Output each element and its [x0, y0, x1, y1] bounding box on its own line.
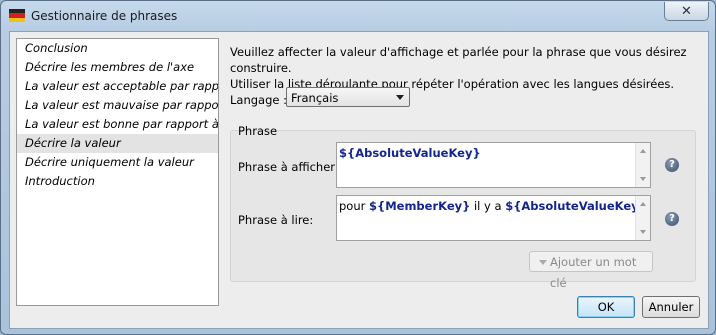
- phrase-group-title: Phrase: [238, 124, 278, 138]
- instructions: Veuillez affecter la valeur d'affichage …: [230, 44, 700, 92]
- display-phrase-label: Phrase à afficher :: [238, 160, 343, 174]
- read-scrollbar[interactable]: [635, 196, 650, 240]
- list-item[interactable]: La valeur est mauvaise par rappor…: [17, 96, 218, 115]
- scroll-up-icon[interactable]: [640, 202, 646, 206]
- add-keyword-button[interactable]: Ajouter un mot clé: [529, 251, 653, 290]
- keyword-token: ${AbsoluteValueKey}: [339, 146, 481, 160]
- language-value: Français: [291, 91, 339, 105]
- language-label: Langage :: [230, 93, 287, 107]
- chevron-down-icon: [396, 95, 404, 100]
- read-phrase-field[interactable]: pour ${MemberKey} il y a ${AbsoluteValue…: [336, 195, 651, 241]
- list-item[interactable]: Introduction: [17, 172, 218, 191]
- keyword-token: ${AbsoluteValueKey}: [505, 199, 647, 213]
- window-title: Gestionnaire de phrases: [31, 9, 178, 23]
- list-item[interactable]: Conclusion: [17, 39, 218, 58]
- scroll-down-icon[interactable]: [640, 177, 646, 181]
- flag-icon: [9, 9, 25, 22]
- list-item[interactable]: Décrire uniquement la valeur: [17, 153, 218, 172]
- read-text-prefix: pour: [339, 199, 370, 213]
- list-item-selected[interactable]: Décrire la valeur: [17, 134, 218, 153]
- phrase-list[interactable]: Conclusion Décrire les membres de l'axe …: [16, 38, 219, 306]
- title-bar[interactable]: Gestionnaire de phrases ✕: [1, 1, 715, 31]
- help-icon[interactable]: ?: [665, 212, 679, 226]
- scroll-up-icon[interactable]: [640, 149, 646, 153]
- chevron-down-icon: [539, 260, 547, 265]
- list-item[interactable]: La valeur est bonne par rapport à …: [17, 115, 218, 134]
- add-keyword-label: Ajouter un mot clé: [550, 255, 637, 290]
- close-icon: ✕: [681, 3, 692, 19]
- cancel-button[interactable]: Annuler: [642, 296, 700, 318]
- keyword-token: ${MemberKey}: [369, 199, 471, 213]
- read-text-middle: il y a: [470, 199, 506, 213]
- read-phrase-label: Phrase à lire:: [238, 213, 314, 227]
- dialog-window: Gestionnaire de phrases ✕ Conclusion Déc…: [0, 0, 716, 335]
- list-item[interactable]: Décrire les membres de l'axe: [17, 58, 218, 77]
- instructions-line-1: Veuillez affecter la valeur d'affichage …: [230, 45, 687, 75]
- language-select[interactable]: Français: [286, 87, 410, 107]
- close-button[interactable]: ✕: [664, 2, 709, 21]
- display-scrollbar[interactable]: [635, 143, 650, 187]
- dialog-body: Conclusion Décrire les membres de l'axe …: [9, 31, 709, 329]
- help-icon[interactable]: ?: [665, 158, 679, 172]
- list-item[interactable]: La valeur est acceptable par rapp…: [17, 77, 218, 96]
- ok-button[interactable]: OK: [577, 296, 635, 318]
- display-phrase-field[interactable]: ${AbsoluteValueKey}: [336, 142, 651, 188]
- scroll-down-icon[interactable]: [640, 230, 646, 234]
